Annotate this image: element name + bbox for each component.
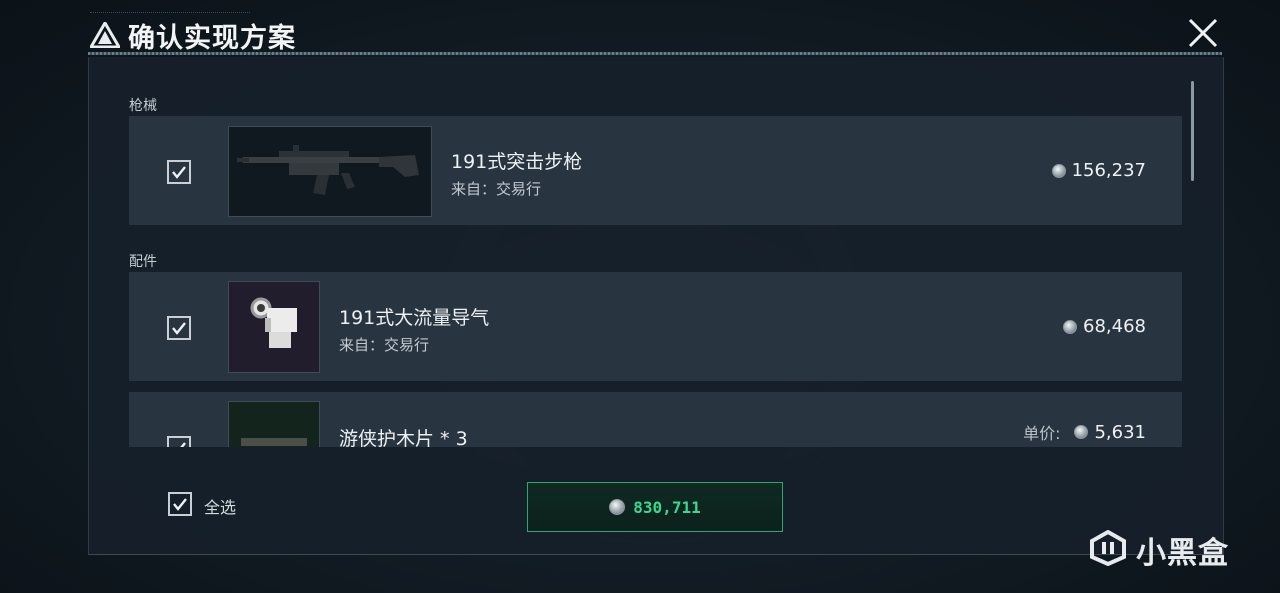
confirm-total-button[interactable]: 830,711 — [527, 482, 783, 532]
rifle-icon — [229, 145, 431, 216]
item-price: 68,468 — [1063, 316, 1146, 337]
item-name: 191式突击步枪 — [451, 151, 583, 173]
coin-icon — [1051, 163, 1066, 178]
close-button[interactable] — [1184, 14, 1222, 52]
title-divider — [88, 52, 1222, 55]
item-list[interactable]: 枪械 191式突击步枪 来自：交易行 156,237 配件 191式大流量导气 … — [89, 57, 1223, 447]
dialog-panel: 枪械 191式突击步枪 来自：交易行 156,237 配件 191式大流量导气 … — [88, 57, 1224, 555]
item-name: 191式大流量导气 — [339, 307, 490, 329]
list-item-gas-block[interactable]: 191式大流量导气 来自：交易行 68,468 — [129, 272, 1182, 381]
coin-icon — [1074, 425, 1089, 439]
item-thumbnail — [228, 401, 320, 447]
price-value: 156,237 — [1071, 160, 1146, 181]
coin-icon — [609, 499, 626, 515]
gas-block-icon — [229, 297, 319, 372]
section-label-attachments: 配件 — [129, 254, 157, 270]
watermark-text: 小黑盒 — [1136, 536, 1229, 571]
item-unit-price: 单价: 5,631 — [1023, 420, 1146, 444]
check-icon — [173, 498, 187, 511]
delta-logo-icon — [88, 20, 122, 49]
price-value: 5,631 — [1094, 421, 1146, 443]
dialog-title: 确认实现方案 — [128, 23, 296, 54]
close-icon — [1184, 18, 1222, 56]
select-all-checkbox[interactable] — [168, 492, 192, 516]
item-checkbox[interactable] — [167, 160, 191, 184]
check-icon — [172, 166, 186, 179]
total-value: 830,711 — [633, 497, 701, 517]
coin-icon — [1063, 319, 1078, 334]
list-item-rifle[interactable]: 191式突击步枪 来自：交易行 156,237 — [129, 116, 1182, 225]
check-icon — [172, 322, 186, 335]
price-value: 68,468 — [1083, 316, 1146, 337]
select-all-label: 全选 — [204, 498, 237, 517]
dialog-titlebar: 确认实现方案 — [80, 6, 1230, 54]
check-icon — [180, 442, 186, 447]
watermark: 小黑盒 — [1088, 528, 1229, 572]
item-source: 来自：交易行 — [339, 336, 430, 354]
item-checkbox[interactable] — [167, 316, 191, 340]
unit-price-label: 单价: — [1023, 424, 1061, 443]
list-item-handguard-panel[interactable]: 游侠护木片 * 3 单价: 5,631 — [129, 392, 1182, 447]
item-checkbox[interactable] — [167, 436, 191, 447]
item-thumbnail — [228, 281, 320, 373]
section-label-guns: 枪械 — [129, 98, 157, 114]
list-scrollbar[interactable] — [1191, 81, 1194, 181]
item-name: 游侠护木片 * 3 — [339, 428, 468, 447]
item-source: 来自：交易行 — [451, 180, 542, 198]
item-thumbnail — [228, 126, 432, 217]
item-price: 156,237 — [1051, 160, 1146, 181]
xiaoheihe-logo-icon — [1088, 529, 1128, 570]
